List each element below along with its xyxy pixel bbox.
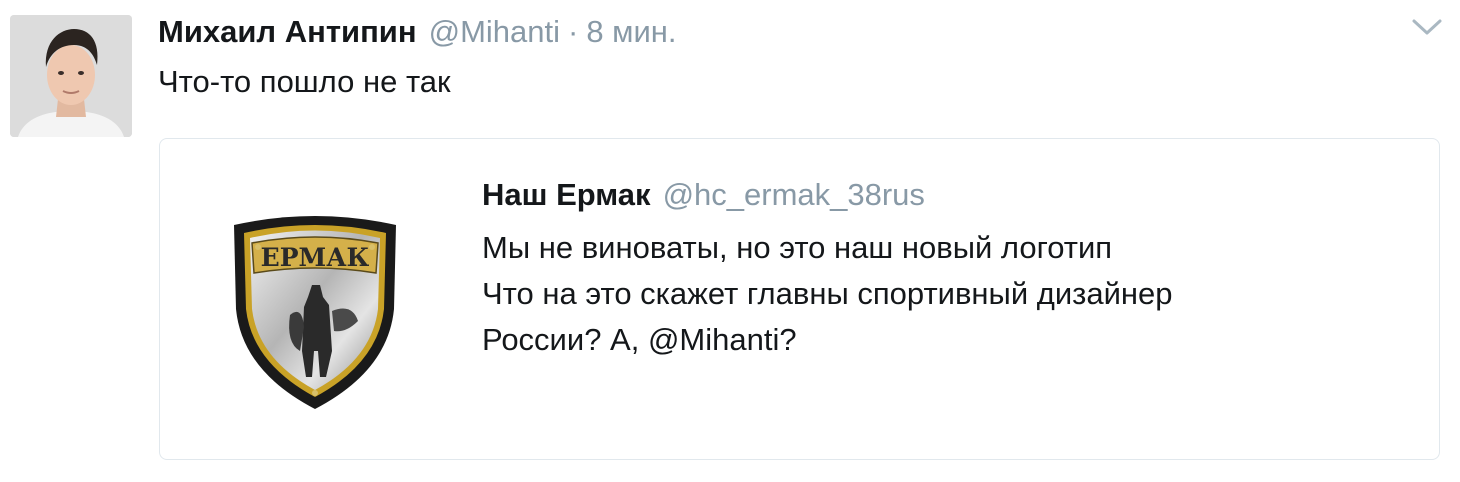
- quoted-author-fullname[interactable]: Наш Ермак: [482, 175, 651, 215]
- tweet-text: Что-то пошло не так: [158, 64, 451, 99]
- quoted-text-line: Что на это скажет главны спортивный диза…: [482, 276, 1173, 311]
- quoted-tweet-header: Наш Ермак @hc_ermak_38rus: [482, 175, 925, 215]
- tweet: Михаил Антипин @Mihanti · 8 мин. Что-то …: [0, 0, 1460, 482]
- avatar[interactable]: [10, 15, 132, 137]
- avatar-photo: [10, 15, 132, 137]
- tweet-header: Михаил Антипин @Mihanti · 8 мин.: [158, 10, 677, 54]
- chevron-down-icon[interactable]: [1408, 14, 1446, 40]
- ermak-logo-image: ЕРМАК: [228, 211, 402, 411]
- separator-dot: ·: [568, 14, 579, 49]
- quoted-tweet-card[interactable]: ЕРМАК Наш Ермак @hc_ermak_38rus Мы не ви…: [159, 138, 1440, 460]
- author-username[interactable]: @Mihanti: [429, 10, 560, 54]
- tweet-timestamp[interactable]: 8 мин.: [586, 10, 676, 54]
- quoted-text-line: России? А, @Mihanti?: [482, 322, 797, 357]
- quoted-tweet-text: Мы не виноваты, но это наш новый логотип…: [482, 225, 1382, 363]
- quoted-author-username[interactable]: @hc_ermak_38rus: [663, 175, 925, 215]
- author-fullname[interactable]: Михаил Антипин: [158, 10, 417, 54]
- quoted-text-line: Мы не виноваты, но это наш новый логотип: [482, 230, 1113, 265]
- logo-lettering: ЕРМАК: [261, 243, 370, 272]
